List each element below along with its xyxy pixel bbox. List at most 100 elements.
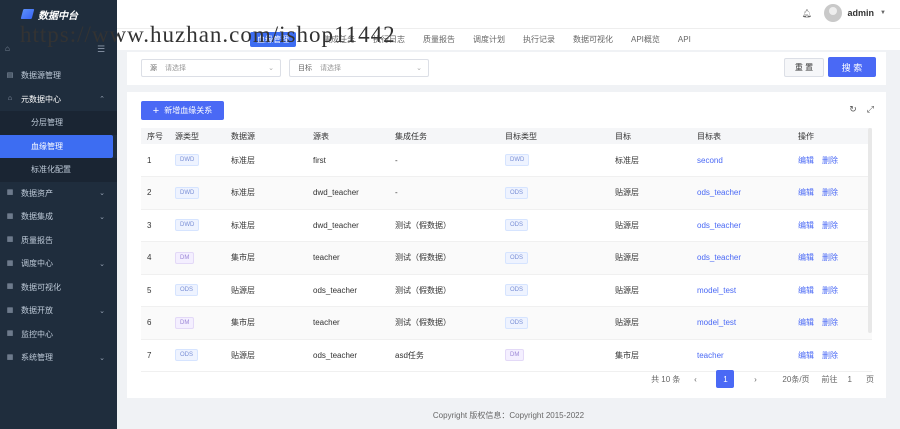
task-cell: 测试（假数据） [389, 209, 499, 242]
source-type-tag: ODS [175, 284, 199, 297]
sidebar-item-6[interactable]: ▦ 调度中心 ⌄ [0, 252, 117, 276]
row-number: 6 [141, 306, 169, 340]
column-header: 操作 [792, 128, 872, 144]
sidebar-item-label: 系统管理 [21, 353, 53, 363]
edit-button[interactable]: 编辑 [798, 286, 814, 295]
source-type-cell: DM [169, 306, 225, 340]
sidebar-item-5[interactable]: ▦ 质量报告 [0, 229, 117, 253]
goto-page-input[interactable]: 1 [848, 375, 852, 384]
target-table-link[interactable]: ods_teacher [697, 188, 741, 197]
tab-8[interactable]: 数据可视化 [564, 34, 622, 45]
target-table-link[interactable]: ods_teacher [697, 221, 741, 230]
target-table-link[interactable]: model_test [697, 286, 736, 295]
sidebar-item-9[interactable]: ▦ 监控中心 [0, 323, 117, 347]
edit-button[interactable]: 编辑 [798, 351, 814, 360]
actions-cell: 编辑 删除 [792, 144, 872, 177]
delete-button[interactable]: 删除 [822, 351, 838, 360]
actions-cell: 编辑 删除 [792, 306, 872, 340]
refresh-icon[interactable]: ↻ [849, 104, 857, 115]
tab-10[interactable]: API [669, 35, 700, 44]
avatar[interactable] [823, 4, 842, 22]
sidebar-subitem-3[interactable]: 标准化配置 [0, 158, 117, 182]
add-lineage-button[interactable]: + 新增血缘关系 [141, 101, 224, 120]
grid-icon: ▦ [6, 189, 14, 197]
sidebar-menu: ▤ 数据源管理 ⌂ 元数据中心 ⌃ 分层管理 血缘管理 标准化配置 ▦ 数据资产 ⌄ ▦ 数据集成 ⌄ ▦ 质… [0, 64, 117, 370]
app-title: 数据中台 [38, 10, 78, 22]
edit-button[interactable]: 编辑 [798, 221, 814, 230]
source-table-cell: teacher [307, 241, 389, 275]
target-type-cell: DWD [499, 144, 609, 177]
source-type-cell: DM [169, 241, 225, 275]
target-cell: 贴源层 [609, 209, 691, 242]
sidebar-item-4[interactable]: ▦ 数据集成 ⌄ [0, 205, 117, 229]
lineage-panel: + 新增血缘关系 ↻ ⤢ 序号 源类型 数据源 源表 集成任务 目标类型 目标 目标表 操作 1… [127, 92, 886, 398]
task-cell: 测试（假数据） [389, 274, 499, 307]
sidebar-item-7[interactable]: ▦ 数据可视化 [0, 276, 117, 300]
target-type-tag: ODS [505, 284, 529, 297]
table-row: 1 DWD 标准层 first - DWD 标准层 second 编辑 删除 [141, 144, 872, 177]
target-type-tag: DM [505, 349, 525, 362]
delete-button[interactable]: 删除 [822, 253, 838, 262]
edit-button[interactable]: 编辑 [798, 156, 814, 165]
target-select[interactable]: 目标 请选择 ⌄ [289, 59, 429, 77]
reset-button[interactable]: 重 置 [784, 58, 824, 77]
notification-icon[interactable]: 🔔︎ [802, 9, 812, 18]
source-type-cell: DWD [169, 144, 225, 177]
target-table-link[interactable]: second [697, 156, 723, 165]
sidebar-item-1[interactable]: ▤ 数据源管理 [0, 64, 117, 88]
home-icon[interactable]: ⌂ [5, 44, 10, 53]
target-table-link[interactable]: teacher [697, 351, 724, 360]
source-type-tag: DWD [175, 154, 200, 166]
delete-button[interactable]: 删除 [822, 188, 838, 197]
source-select[interactable]: 源 请选择 ⌄ [141, 59, 281, 77]
delete-button[interactable]: 删除 [822, 286, 838, 295]
target-table-link[interactable]: ods_teacher [697, 253, 741, 262]
sidebar-item-8[interactable]: ▦ 数据开放 ⌄ [0, 299, 117, 323]
chevron-up-icon: ⌃ [99, 96, 105, 104]
target-table-link[interactable]: model_test [697, 318, 736, 327]
edit-button[interactable]: 编辑 [798, 253, 814, 262]
page-size-select[interactable]: 20条/页 [782, 374, 809, 385]
target-type-cell: ODS [499, 241, 609, 275]
table-row: 5 ODS 贴源层 ods_teacher 测试（假数据） ODS 贴源层 model_tes… [141, 274, 872, 307]
table-body: 1 DWD 标准层 first - DWD 标准层 second 编辑 删除 2 DWD 标准层 dwd_… [141, 144, 872, 372]
user-menu[interactable]: admin ▼ [823, 4, 886, 22]
next-page-button[interactable]: › [746, 370, 764, 388]
page-number[interactable]: 1 [716, 370, 735, 388]
page-suffix: 页 [866, 374, 874, 384]
sidebar-subitem-2[interactable]: 血缘管理 [0, 134, 113, 158]
edit-button[interactable]: 编辑 [798, 318, 814, 327]
sidebar-item-10[interactable]: ▦ 系统管理 ⌄ [0, 346, 117, 370]
sidebar-item-label: 调度中心 [21, 259, 53, 269]
tab-9[interactable]: API概览 [622, 34, 669, 45]
logo-icon [20, 9, 35, 19]
pagination-total: 共 10 条 [651, 374, 681, 384]
footer-copyright: Copyright 版权信息：Copyright 2015-2022 [432, 411, 585, 420]
source-type-cell: ODS [169, 339, 225, 372]
tab-5[interactable]: 质量报告 [414, 34, 464, 45]
sidebar-subitem-1[interactable]: 分层管理 [0, 111, 117, 135]
column-header: 源表 [307, 128, 389, 144]
source-type-cell: ODS [169, 274, 225, 307]
target-cell: 集市层 [609, 339, 691, 372]
delete-button[interactable]: 删除 [822, 318, 838, 327]
fullscreen-icon[interactable]: ⤢ [867, 104, 874, 115]
tab-7[interactable]: 执行记录 [514, 34, 564, 45]
sidebar-item-3[interactable]: ▦ 数据资产 ⌄ [0, 182, 117, 206]
source-cell: 标准层 [225, 176, 307, 210]
search-button[interactable]: 搜 索 [828, 57, 876, 77]
delete-button[interactable]: 删除 [822, 156, 838, 165]
target-cell: 贴源层 [609, 274, 691, 307]
edit-button[interactable]: 编辑 [798, 188, 814, 197]
table-scrollbar[interactable] [868, 128, 872, 333]
delete-button[interactable]: 删除 [822, 221, 838, 230]
tab-6[interactable]: 调度计划 [464, 34, 514, 45]
target-type-cell: ODS [499, 209, 609, 242]
sidebar-item-2[interactable]: ⌂ 元数据中心 ⌃ [0, 88, 117, 112]
prev-page-button[interactable]: ‹ [686, 370, 704, 388]
source-type-tag: DM [175, 251, 195, 264]
target-type-tag: ODS [505, 251, 529, 264]
chevron-down-icon: ⌄ [416, 65, 422, 72]
source-table-cell: dwd_teacher [307, 209, 389, 242]
table-row: 2 DWD 标准层 dwd_teacher - ODS 贴源层 ods_teacher 编辑 删除 [141, 176, 872, 210]
